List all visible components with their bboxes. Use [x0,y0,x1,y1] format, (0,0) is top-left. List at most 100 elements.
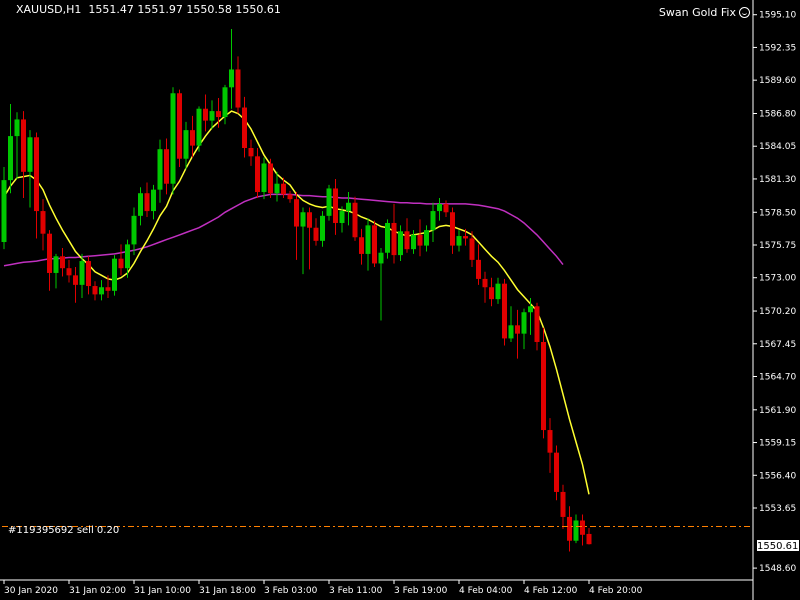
candle[interactable] [508,306,514,342]
candle[interactable] [586,527,592,545]
candle[interactable] [378,247,384,321]
candle[interactable] [157,139,163,203]
candle[interactable] [573,514,579,544]
candle[interactable] [411,230,416,254]
candle[interactable] [268,158,273,198]
candle-body [417,234,423,246]
order-label[interactable]: #119395692 sell 0.20 [8,525,119,536]
candle[interactable] [365,218,371,271]
candle[interactable] [60,247,65,277]
candle[interactable] [502,278,507,346]
price-axis[interactable]: 1595.10 1592.35 1589.60 1586.80 1584.05 1581.… [753,11,796,574]
candle[interactable] [27,130,33,208]
candle[interactable] [385,219,390,259]
candle[interactable] [125,239,130,278]
candle[interactable] [352,196,358,241]
candle[interactable] [242,96,247,158]
candle[interactable] [528,297,533,335]
candle[interactable] [255,148,260,198]
candle[interactable] [248,139,254,166]
candle[interactable] [34,132,39,239]
candle[interactable] [541,327,546,439]
candle-body [495,283,501,300]
candle[interactable] [138,187,143,226]
candle[interactable] [482,271,488,303]
candle-body [151,189,156,212]
time-tick-label: 3 Feb 11:00 [329,586,383,596]
candle[interactable] [1,167,7,250]
candle[interactable] [164,138,169,195]
candle[interactable] [73,267,78,303]
candle-body [183,130,189,159]
candle-body [567,516,572,541]
candle[interactable] [86,256,91,295]
candle[interactable] [151,184,156,220]
ohlc-values: 1551.47 1551.97 1550.58 1550.61 [88,3,281,16]
candle[interactable] [580,514,585,546]
candle[interactable] [47,230,52,291]
candle[interactable] [437,197,442,221]
candle[interactable] [404,218,410,253]
candle[interactable] [521,308,527,350]
candle[interactable] [53,253,59,289]
candle-body [112,258,117,291]
candle[interactable] [177,89,182,168]
candle[interactable] [131,207,137,256]
price-tick-label: 1586.80 [759,109,796,119]
candle[interactable] [313,218,319,246]
expert-advisor-label[interactable]: Swan Gold Fix [659,6,750,19]
candle[interactable] [391,203,397,264]
candle-body [560,491,566,517]
candle[interactable] [567,506,572,552]
time-axis[interactable]: 30 Jan 2020 31 Jan 02:00 31 Jan 10:00 31 Ja… [3,580,643,596]
candle[interactable] [515,309,520,359]
candle[interactable] [430,202,436,243]
candle[interactable] [534,302,540,351]
candle[interactable] [14,112,20,179]
candles[interactable] [1,28,592,552]
candle[interactable] [560,484,566,529]
candle[interactable] [235,56,241,114]
candle[interactable] [21,111,26,198]
candle[interactable] [307,207,312,270]
candle[interactable] [209,100,215,129]
candle[interactable] [287,190,293,203]
candle[interactable] [92,281,98,301]
candle-body [508,325,514,339]
candle[interactable] [144,182,150,218]
candle[interactable] [326,184,332,221]
candle[interactable] [294,192,299,260]
candle[interactable] [190,115,195,158]
smiley-icon[interactable] [739,7,750,18]
candle[interactable] [443,200,449,218]
candle[interactable] [229,28,234,109]
candle[interactable] [489,277,494,307]
candle[interactable] [495,277,501,304]
candle[interactable] [8,103,13,194]
candle[interactable] [118,244,124,276]
candle[interactable] [398,225,403,262]
price-chart[interactable]: 1595.10 1592.35 1589.60 1586.80 1584.05 1581.… [0,0,800,600]
candle[interactable] [450,207,455,254]
candle[interactable] [170,87,176,195]
candle[interactable] [40,199,46,251]
candle[interactable] [417,219,423,257]
candle[interactable] [333,178,338,235]
candle[interactable] [99,280,104,301]
candle[interactable] [320,211,325,247]
candle[interactable] [203,94,208,132]
candle[interactable] [183,121,189,170]
candle[interactable] [547,418,553,473]
candle[interactable] [112,255,117,296]
candle[interactable] [359,228,364,265]
candle[interactable] [554,445,559,501]
candle[interactable] [372,220,377,268]
candle[interactable] [476,244,481,285]
candle[interactable] [456,230,462,252]
candle[interactable] [261,157,267,200]
candle[interactable] [346,192,351,226]
candle[interactable] [424,225,429,252]
candle[interactable] [66,259,72,283]
candle[interactable] [300,207,306,275]
candle[interactable] [196,106,202,152]
